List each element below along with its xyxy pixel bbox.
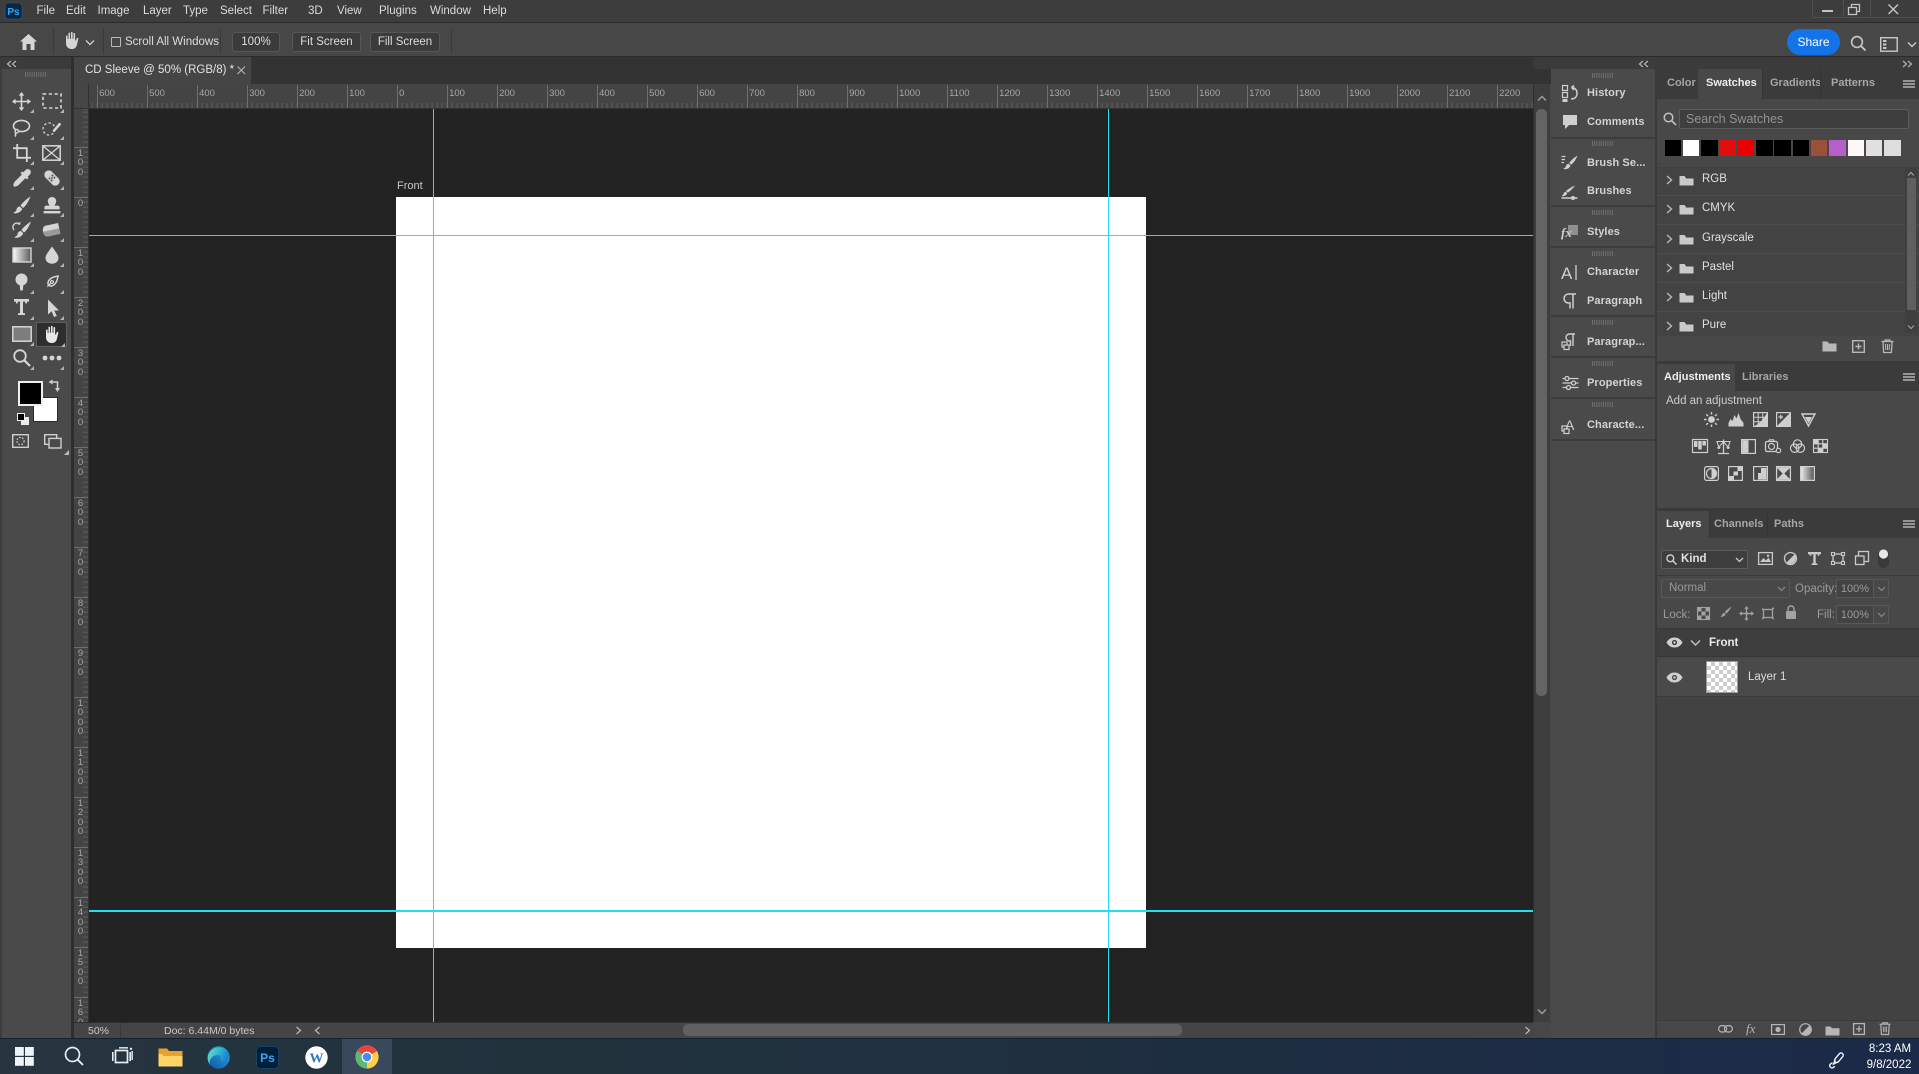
svg-text:fx: fx: [1561, 225, 1572, 240]
svg-text:Ps: Ps: [260, 1051, 275, 1065]
svg-text:W: W: [310, 1052, 324, 1067]
svg-text:Ps: Ps: [7, 7, 20, 18]
svg-text:A: A: [1561, 264, 1573, 283]
